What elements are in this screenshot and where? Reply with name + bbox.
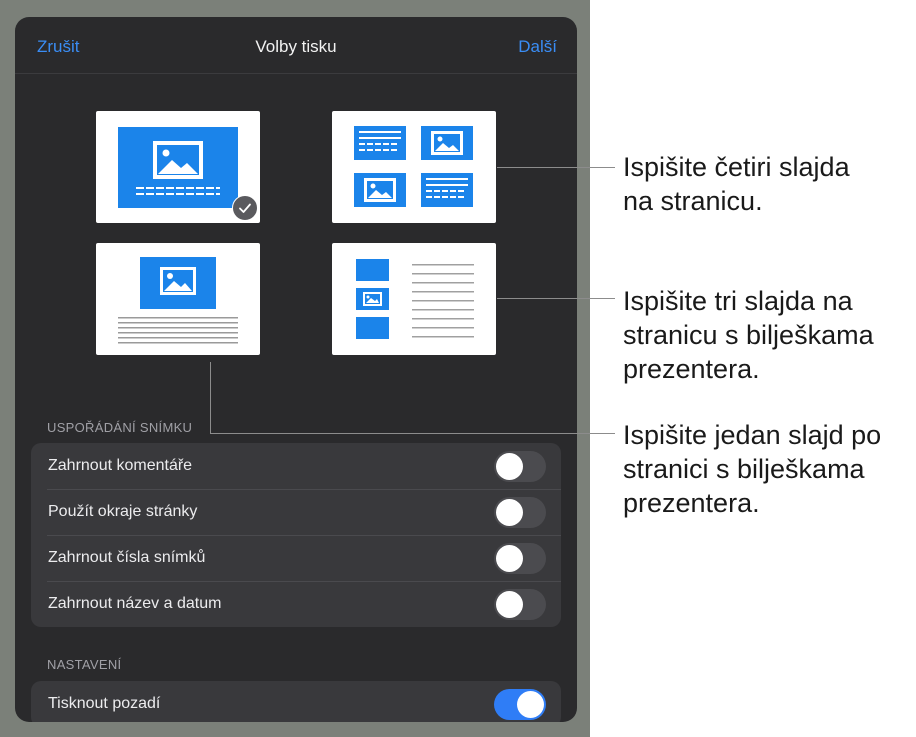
toggle-knob xyxy=(496,453,523,480)
callout-three-slides: Ispišite tri slajda na stranicu s bilješ… xyxy=(623,284,874,386)
option-row-name-and-date: Zahrnout název a datum xyxy=(31,581,561,627)
slide-numbers-toggle[interactable] xyxy=(494,543,546,574)
option-row-slide-numbers: Zahrnout čísla snímků xyxy=(31,535,561,581)
print-background-toggle[interactable] xyxy=(494,689,546,720)
option-row-page-margins: Použít okraje stránky xyxy=(31,489,561,535)
callout-text-line: prezentera. xyxy=(623,354,760,384)
toggle-knob xyxy=(496,591,523,618)
layout-single-slide[interactable] xyxy=(96,111,260,223)
callout-four-slides: Ispišite četiri slajda na stranicu. xyxy=(623,150,850,218)
callout-text-line: stranicu s bilješkama xyxy=(623,320,874,350)
toggle-knob xyxy=(496,545,523,572)
print-options-panel: Zrušit Volby tisku Další USPOŘÁDÁNÍ SNÍM… xyxy=(15,17,577,722)
layout-slide-with-notes[interactable] xyxy=(96,243,260,355)
callout-text-line: Ispišite tri slajda na xyxy=(623,286,853,316)
option-label: Zahrnout čísla snímků xyxy=(48,549,206,566)
option-label: Tisknout pozadí xyxy=(48,695,161,712)
next-button[interactable]: Další xyxy=(518,37,557,57)
callout-text-line: na stranicu. xyxy=(623,186,763,216)
name-and-date-toggle[interactable] xyxy=(494,589,546,620)
include-comments-toggle[interactable] xyxy=(494,451,546,482)
section-header-slide-layout: USPOŘÁDÁNÍ SNÍMKU xyxy=(47,420,193,435)
toggle-knob xyxy=(517,691,544,718)
option-label: Zahrnout komentáře xyxy=(48,457,193,474)
layout-three-slides-with-notes[interactable] xyxy=(332,243,496,355)
option-row-include-comments: Zahrnout komentáře xyxy=(31,443,561,489)
callout-line-three-slides xyxy=(497,298,615,299)
callout-line-one-slide-horizontal xyxy=(210,433,615,434)
callout-text-line: prezentera. xyxy=(623,488,760,518)
selected-checkmark-icon xyxy=(232,195,258,221)
option-label: Použít okraje stránky xyxy=(48,503,198,520)
nav-divider xyxy=(15,73,577,74)
option-row-print-background: Tisknout pozadí xyxy=(31,681,561,722)
section-header-settings: NASTAVENÍ xyxy=(47,657,122,672)
callout-line-four-slides xyxy=(497,167,615,168)
slide-layout-options: Zahrnout komentáře Použít okraje stránky… xyxy=(31,443,561,627)
option-label: Zahrnout název a datum xyxy=(48,595,222,612)
callout-one-slide: Ispišite jedan slajd po stranici s bilje… xyxy=(623,418,881,520)
settings-options: Tisknout pozadí xyxy=(31,681,561,722)
three-slides-with-notes-thumbnail xyxy=(356,259,474,339)
callout-text-line: stranici s bilješkama xyxy=(623,454,865,484)
toggle-knob xyxy=(496,499,523,526)
slide-with-notes-thumbnail xyxy=(118,257,238,344)
page-title: Volby tisku xyxy=(255,37,337,56)
callout-text-line: Ispišite jedan slajd po xyxy=(623,420,882,450)
four-slides-thumbnail xyxy=(354,126,473,207)
page-margins-toggle[interactable] xyxy=(494,497,546,528)
callout-text-line: Ispišite četiri slajda xyxy=(623,152,850,182)
callout-line-one-slide-vertical xyxy=(210,362,211,433)
layout-four-slides[interactable] xyxy=(332,111,496,223)
